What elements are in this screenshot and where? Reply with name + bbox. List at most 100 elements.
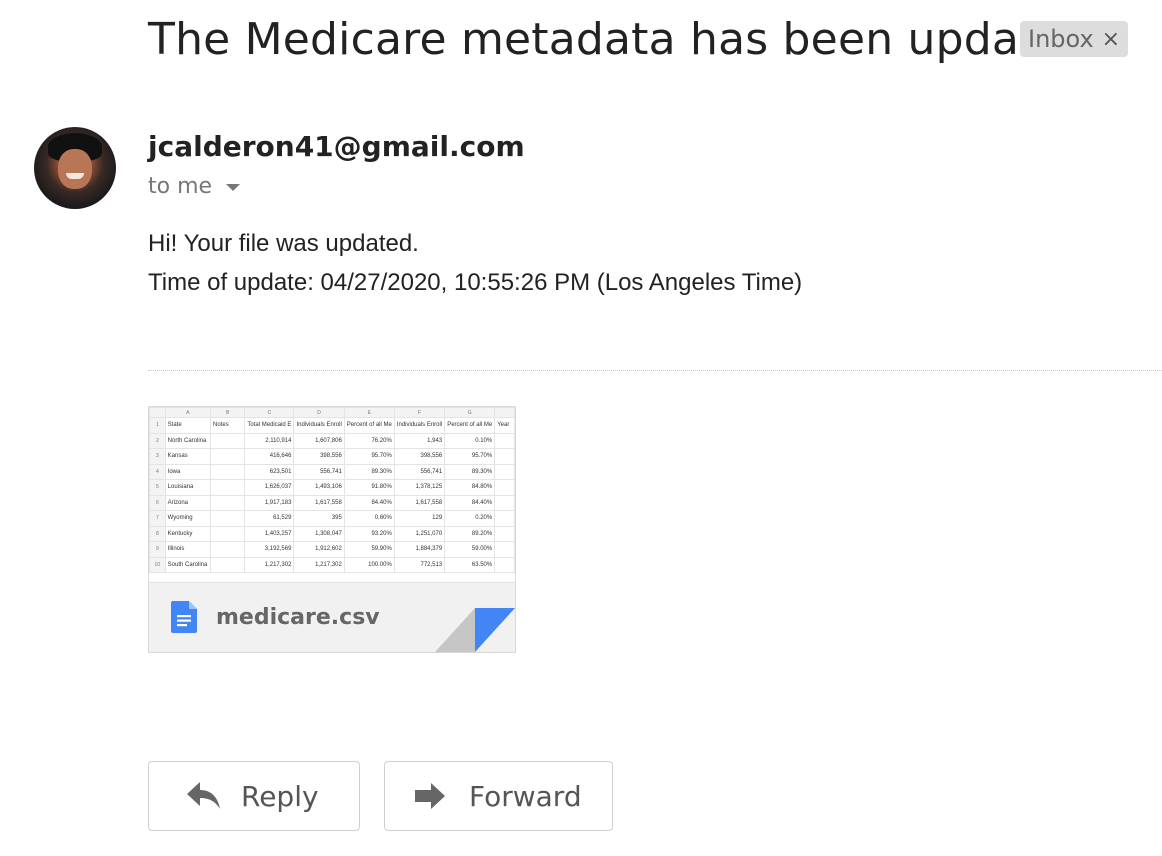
table-row: 6 Arizona 1,917,183 1,617,558 84.40% 1,617,55… xyxy=(149,494,515,511)
table-row: 3 Kansas 416,646 398,556 95.70% 398,556 95.70% xyxy=(149,448,515,465)
table-cell: 395 xyxy=(293,510,345,527)
table-cell: 3,192,569 xyxy=(244,541,295,558)
table-cell: 0.60% xyxy=(343,510,395,527)
header-cell: Notes xyxy=(210,417,246,434)
inbox-label-chip[interactable]: Inbox × xyxy=(1020,21,1129,57)
header-cell: Year xyxy=(494,417,515,434)
table-cell: 398,556 xyxy=(293,448,345,465)
forward-button[interactable]: Forward xyxy=(384,761,613,831)
table-cell: 556,741 xyxy=(293,463,345,480)
table-cell xyxy=(210,432,246,449)
table-cell: 100.00% xyxy=(343,556,395,573)
table-cell: 91.80% xyxy=(343,479,395,496)
table-cell: 1,884,379 xyxy=(393,541,446,558)
column-letter: D xyxy=(293,407,345,418)
table-cell: 1,493,106 xyxy=(293,479,345,496)
table-cell: 129 xyxy=(393,510,446,527)
column-letter: G xyxy=(444,407,496,418)
row-number: 3 xyxy=(149,448,166,465)
table-cell: 1,308,047 xyxy=(293,525,345,542)
reply-button[interactable]: Reply xyxy=(148,761,360,831)
recipient-text: to me xyxy=(148,174,213,199)
table-cell: 1,943 xyxy=(393,432,446,449)
table-cell xyxy=(210,463,246,480)
table-cell xyxy=(494,556,515,573)
table-cell: 59.00% xyxy=(444,541,496,558)
table-cell: Kansas xyxy=(164,448,212,465)
header-cell: Percent of all Me xyxy=(444,417,496,434)
table-cell xyxy=(494,510,515,527)
corner-cell xyxy=(149,407,166,418)
table-cell: 95.70% xyxy=(444,448,496,465)
table-cell: 59.90% xyxy=(343,541,395,558)
row-number: 1 xyxy=(149,417,166,434)
recipient-summary[interactable]: to me xyxy=(148,174,241,199)
table-cell xyxy=(210,479,246,496)
table-cell: 398,556 xyxy=(393,448,446,465)
forward-label: Forward xyxy=(469,779,582,813)
table-cell: North Carolina xyxy=(164,432,212,449)
attachment-file-name[interactable]: medicare.csv xyxy=(216,605,380,630)
avatar-face xyxy=(58,149,92,189)
table-cell xyxy=(494,432,515,449)
table-row: 10 South Carolina 1,217,302 1,217,302 100.00… xyxy=(149,556,515,573)
table-cell xyxy=(210,510,246,527)
google-docs-icon xyxy=(171,601,197,633)
header-cell: Percent of all Me xyxy=(343,417,395,434)
reply-arrow-icon xyxy=(187,782,220,809)
sender-address[interactable]: jcalderon41@gmail.com xyxy=(148,130,525,163)
table-row: 4 Iowa 623,501 556,741 89.30% 556,741 89.30% xyxy=(149,463,515,480)
row-number: 7 xyxy=(149,510,166,527)
table-cell: 61,529 xyxy=(244,510,295,527)
attachment-card[interactable]: A B C D E F G 1 State Notes Total Medicaid E Indivi… xyxy=(148,406,516,653)
column-letter-row: ABCDEFG xyxy=(149,407,515,418)
column-letter: E xyxy=(343,407,395,418)
table-cell xyxy=(494,525,515,542)
table-cell: Wyoming xyxy=(164,510,212,527)
table-cell xyxy=(210,556,246,573)
table-cell xyxy=(210,541,246,558)
table-cell: 1,626,037 xyxy=(244,479,295,496)
table-cell: Kentucky xyxy=(164,525,212,542)
table-cell: 76.20% xyxy=(343,432,395,449)
table-cell xyxy=(494,494,515,511)
table-cell: 1,617,558 xyxy=(393,494,446,511)
column-letter: C xyxy=(244,407,295,418)
table-cell: South Carolina xyxy=(164,556,212,573)
table-cell xyxy=(210,525,246,542)
table-cell: 0.10% xyxy=(444,432,496,449)
message-body-line: Hi! Your file was updated. xyxy=(148,230,419,257)
table-row: 1 State Notes Total Medicaid E Individuals E… xyxy=(149,417,515,434)
table-cell: Illinois xyxy=(164,541,212,558)
sender-avatar[interactable] xyxy=(34,127,116,209)
row-number: 4 xyxy=(149,463,166,480)
table-cell: 2,110,914 xyxy=(244,432,295,449)
table-cell: 1,403,257 xyxy=(244,525,295,542)
header-cell: Individuals Enroll xyxy=(293,417,345,434)
table-row: 2 North Carolina 2,110,914 1,607,806 76.20% 1… xyxy=(149,432,515,449)
table-cell: 63.50% xyxy=(444,556,496,573)
table-cell: 1,217,302 xyxy=(244,556,295,573)
row-number: 10 xyxy=(149,556,166,573)
inbox-label-text: Inbox xyxy=(1028,25,1094,53)
table-cell: 95.70% xyxy=(343,448,395,465)
email-subject: The Medicare metadata has been updated xyxy=(148,14,1092,65)
row-number: 2 xyxy=(149,432,166,449)
table-cell xyxy=(494,541,515,558)
table-cell: 1,617,558 xyxy=(293,494,345,511)
table-cell: Arizona xyxy=(164,494,212,511)
row-number: 6 xyxy=(149,494,166,511)
table-cell xyxy=(210,448,246,465)
remove-label-icon[interactable]: × xyxy=(1102,27,1120,52)
row-number: 9 xyxy=(149,541,166,558)
table-cell: 416,646 xyxy=(244,448,295,465)
table-cell: 0.20% xyxy=(444,510,496,527)
table-cell: 772,513 xyxy=(393,556,446,573)
column-letter: F xyxy=(393,407,446,418)
table-cell: 93.20% xyxy=(343,525,395,542)
chevron-down-icon[interactable] xyxy=(226,184,241,191)
column-letter: A xyxy=(164,407,212,418)
table-cell: 84.40% xyxy=(444,494,496,511)
header-cell: Total Medicaid E xyxy=(244,417,295,434)
table-cell: 556,741 xyxy=(393,463,446,480)
